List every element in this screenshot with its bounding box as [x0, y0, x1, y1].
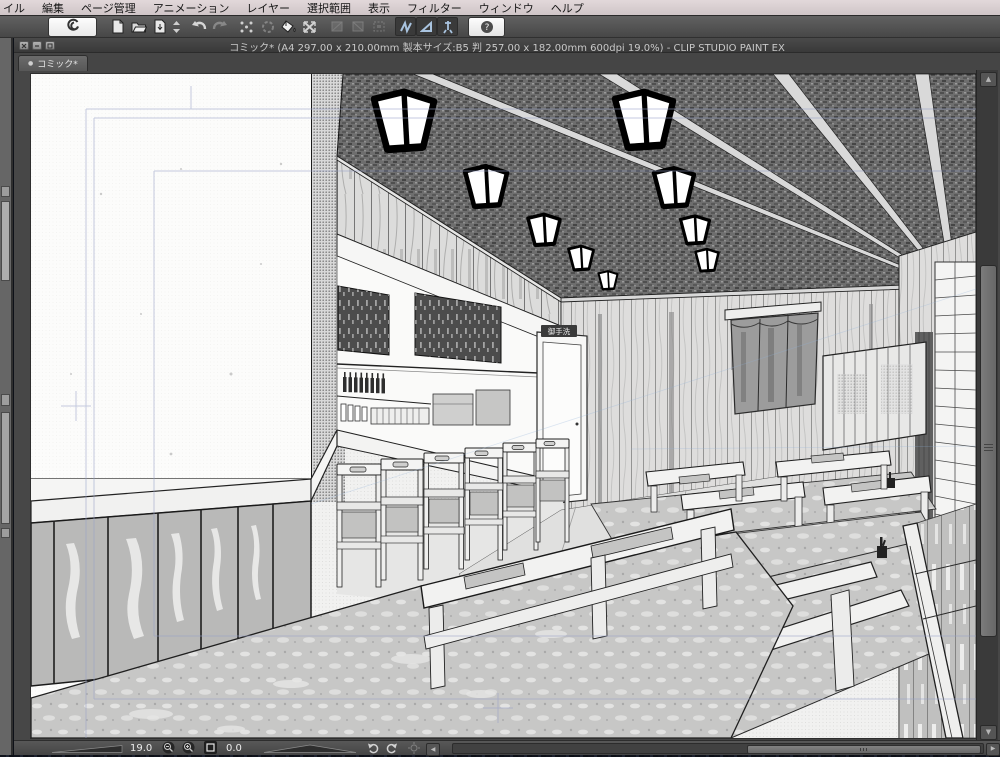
fill-bucket-icon[interactable]: [278, 17, 299, 36]
select-area-icon[interactable]: [257, 17, 278, 36]
tab-label: コミック*: [37, 60, 78, 70]
horizontal-scrollbar-thumb[interactable]: [747, 745, 981, 754]
status-bar: 19.0 0.0 ◀ ▶: [14, 740, 1000, 756]
menu-item-animation[interactable]: アニメーション: [153, 0, 230, 16]
scroll-up-arrow[interactable]: ▲: [980, 72, 997, 87]
menu-item-view[interactable]: 表示: [368, 0, 390, 16]
toilet-door-sign: 御手洗: [548, 326, 571, 336]
menu-item-help[interactable]: ヘルプ: [551, 0, 584, 16]
canvas-area[interactable]: 御手洗 ▲ ▼: [14, 70, 1000, 740]
clip-studio-logo-button[interactable]: [48, 16, 97, 37]
collapsed-palette-strip[interactable]: [0, 38, 13, 755]
layer-option-icon-1[interactable]: [326, 17, 347, 36]
reset-rotation-icon[interactable]: [406, 741, 421, 754]
palette-strip-icon-3[interactable]: [1, 528, 10, 538]
menu-item-page-manage[interactable]: ページ管理: [81, 0, 136, 16]
clip-studio-logo-icon: [65, 17, 81, 37]
palette-strip-icon-2[interactable]: [1, 394, 10, 406]
page-stepper-icon[interactable]: [170, 17, 182, 36]
zoom-slider[interactable]: [50, 741, 124, 756]
open-file-icon[interactable]: [128, 17, 149, 36]
zoom-value: 19.0: [130, 743, 153, 754]
menu-item-layer[interactable]: レイヤー: [246, 0, 290, 16]
document-title: コミック* (A4 297.00 x 210.00mm 製本サイズ:B5 判 2…: [229, 43, 785, 54]
transform-icon[interactable]: [299, 17, 320, 36]
wall-wood-panel: [822, 341, 927, 451]
palette-strip-slider[interactable]: [1, 201, 10, 281]
deselect-icon[interactable]: [236, 17, 257, 36]
rotation-value: 0.0: [226, 743, 242, 754]
zoom-in-icon[interactable]: [181, 741, 196, 754]
vertical-scrollbar-thumb[interactable]: [980, 265, 997, 637]
palette-strip-icon[interactable]: [1, 186, 10, 197]
layer-option-icon-3[interactable]: [368, 17, 389, 36]
menu-bar: イル 編集 ページ管理 アニメーション レイヤー 選択範囲 表示 フィルター ウ…: [0, 0, 1000, 15]
rotation-slider[interactable]: [262, 741, 358, 756]
scroll-right-arrow[interactable]: ▶: [986, 743, 1000, 756]
rotate-right-icon[interactable]: [384, 741, 399, 754]
snap-ruler-icon[interactable]: [395, 17, 416, 36]
scroll-left-arrow[interactable]: ◀: [426, 743, 440, 756]
menu-item-filter[interactable]: フィルター: [407, 0, 462, 16]
palette-strip-scroll[interactable]: [1, 412, 10, 524]
vertical-scrollbar[interactable]: ▲ ▼: [976, 70, 998, 740]
menu-item-window[interactable]: ウィンドウ: [479, 0, 534, 16]
save-icon[interactable]: [149, 17, 170, 36]
main-toolbar: ?: [0, 15, 1000, 38]
modified-indicator: ●: [28, 60, 34, 67]
menu-item-edit[interactable]: 編集: [42, 0, 64, 16]
noren-curtain: [724, 301, 822, 415]
help-glyph: ?: [484, 23, 489, 33]
canvas-tab-bar: ● コミック*: [14, 53, 1000, 71]
canvas-artwork[interactable]: 御手洗: [30, 73, 977, 739]
kitchen-equipment: [432, 393, 474, 426]
rotate-left-icon[interactable]: [366, 741, 381, 754]
menu-item-selection[interactable]: 選択範囲: [307, 0, 351, 16]
snap-special-ruler-icon[interactable]: [416, 17, 437, 36]
help-button[interactable]: ?: [468, 16, 505, 37]
layer-option-icon-2[interactable]: [347, 17, 368, 36]
tab-comic[interactable]: ● コミック*: [18, 55, 88, 71]
scroll-down-arrow[interactable]: ▼: [980, 725, 997, 740]
fit-to-screen-icon[interactable]: [203, 741, 218, 754]
new-document-icon[interactable]: [107, 17, 128, 36]
izakaya-line-art: 御手洗: [30, 74, 977, 739]
redo-icon[interactable]: [209, 17, 230, 36]
zoom-out-icon[interactable]: [161, 741, 176, 754]
snap-grid-icon[interactable]: [437, 17, 458, 36]
document-titlebar[interactable]: コミック* (A4 297.00 x 210.00mm 製本サイズ:B5 判 2…: [14, 38, 1000, 54]
menu-item-file[interactable]: イル: [3, 0, 25, 16]
horizontal-scrollbar[interactable]: [452, 743, 984, 754]
undo-icon[interactable]: [188, 17, 209, 36]
